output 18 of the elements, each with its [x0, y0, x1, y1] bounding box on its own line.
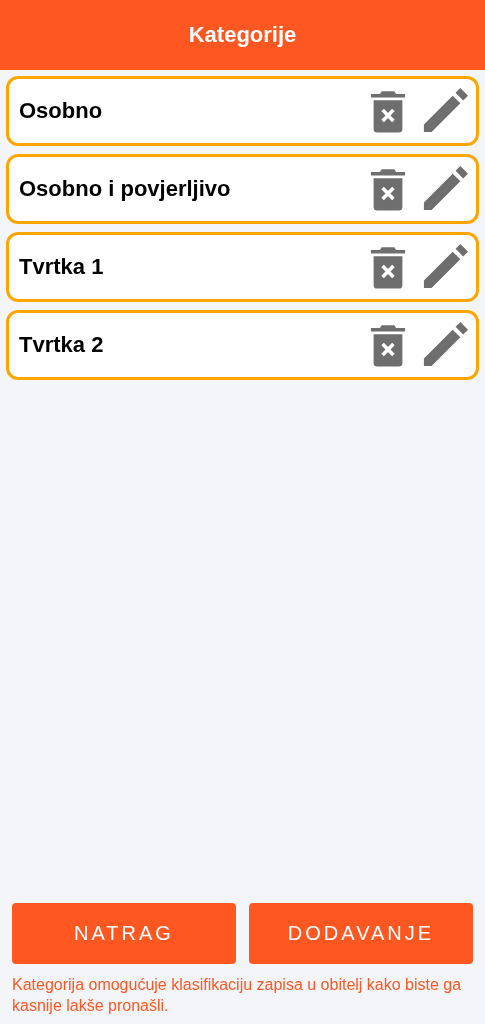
header-title: Kategorije — [188, 22, 297, 48]
edit-icon[interactable] — [422, 322, 468, 368]
category-name: Osobno — [19, 98, 104, 124]
edit-icon[interactable] — [422, 244, 468, 290]
category-name: Osobno i povjerljivo — [19, 176, 232, 202]
category-item[interactable]: Tvrtka 2 — [6, 310, 479, 380]
edit-icon[interactable] — [422, 88, 468, 134]
delete-icon[interactable] — [370, 89, 406, 133]
category-item[interactable]: Tvrtka 1 — [6, 232, 479, 302]
delete-icon[interactable] — [370, 323, 406, 367]
category-name: Tvrtka 1 — [19, 254, 105, 280]
delete-icon[interactable] — [370, 245, 406, 289]
info-text: Kategorija omogućuje klasifikaciju zapisa u obitelj kako biste ga kasnije lakše pronašli. — [12, 975, 463, 1016]
category-item[interactable]: Osobno i povjerljivo — [6, 154, 479, 224]
delete-icon[interactable] — [370, 167, 406, 211]
category-item[interactable]: Osobno — [6, 76, 479, 146]
edit-icon[interactable] — [422, 166, 468, 212]
category-name: Tvrtka 2 — [19, 332, 105, 358]
